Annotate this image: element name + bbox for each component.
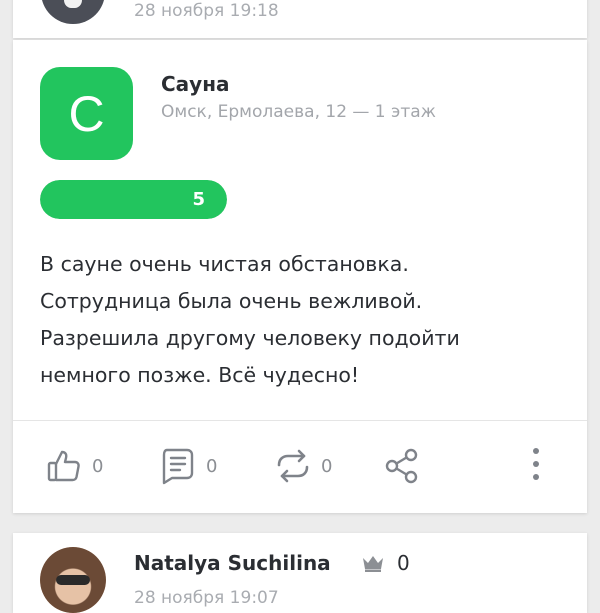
previous-review-card: 28 ноября 19:18 bbox=[13, 0, 587, 38]
review-date: 28 ноября 19:07 bbox=[134, 588, 279, 608]
repost-button[interactable]: 0 bbox=[275, 446, 332, 486]
repost-icon bbox=[275, 448, 311, 484]
comment-count: 0 bbox=[206, 455, 218, 477]
thumbs-up-icon bbox=[46, 448, 82, 484]
more-vertical-icon bbox=[532, 447, 540, 485]
review-card: С Сауна Омск, Ермолаева, 12 — 1 этаж 5 В… bbox=[13, 40, 587, 513]
user-name[interactable]: Natalya Suchilina bbox=[134, 551, 331, 575]
divider bbox=[13, 420, 587, 421]
place-name[interactable]: Сауна bbox=[161, 72, 230, 96]
place-address: Омск, Ермолаева, 12 — 1 этаж bbox=[161, 102, 436, 122]
comment-button[interactable]: 0 bbox=[158, 446, 217, 486]
user-avatar[interactable] bbox=[41, 0, 105, 24]
user-avatar[interactable] bbox=[40, 547, 106, 613]
like-count: 0 bbox=[92, 455, 104, 477]
place-logo-letter: С bbox=[68, 85, 105, 142]
like-button[interactable]: 0 bbox=[46, 446, 103, 486]
crown-icon bbox=[362, 554, 384, 576]
share-icon bbox=[384, 448, 420, 484]
comment-icon bbox=[158, 447, 196, 485]
rating-value: 5 bbox=[192, 189, 205, 210]
place-logo[interactable]: С bbox=[40, 67, 133, 160]
avatar-glasses bbox=[56, 575, 90, 585]
review-date: 28 ноября 19:18 bbox=[134, 1, 279, 21]
review-text: В сауне очень чистая обстановка. Сотрудн… bbox=[40, 252, 460, 387]
rating-bar: 5 bbox=[40, 180, 227, 219]
share-button[interactable] bbox=[384, 446, 420, 486]
repost-count: 0 bbox=[321, 455, 333, 477]
user-silhouette-icon bbox=[64, 0, 82, 8]
next-review-card: Natalya Suchilina 0 28 ноября 19:07 bbox=[13, 533, 587, 613]
more-options-button[interactable] bbox=[521, 446, 551, 486]
user-score: 0 bbox=[397, 551, 410, 575]
